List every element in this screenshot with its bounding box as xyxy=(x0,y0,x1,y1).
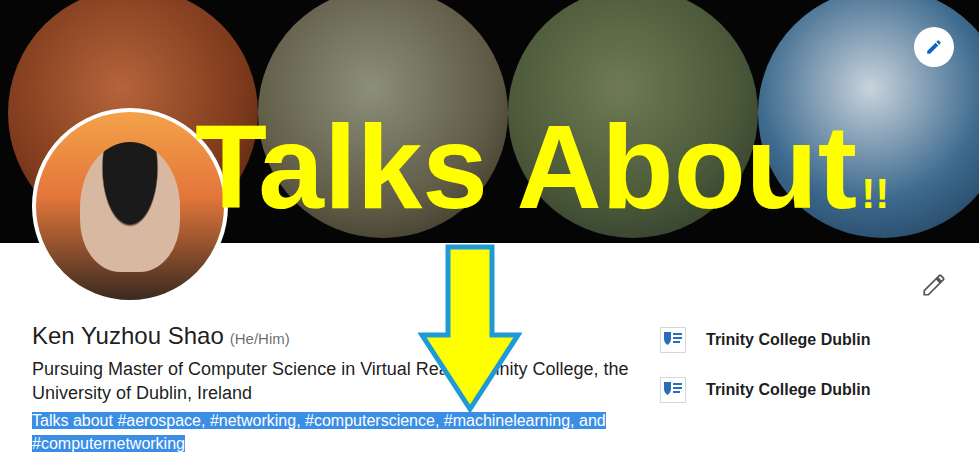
talks-about-text: Talks about #aerospace, #networking, #co… xyxy=(32,412,606,452)
overlay-title: Talks About!! xyxy=(195,108,889,226)
face xyxy=(80,142,180,272)
headline: Pursuing Master of Computer Science in V… xyxy=(32,357,632,405)
education-item[interactable]: Trinity College Dublin xyxy=(660,327,870,353)
edit-intro-button[interactable] xyxy=(919,270,949,300)
profile-name: Ken Yuzhou Shao xyxy=(32,321,224,351)
edit-banner-button[interactable] xyxy=(914,27,954,67)
down-arrow-icon xyxy=(418,243,522,415)
education-item[interactable]: Trinity College Dublin xyxy=(660,377,870,403)
education-name: Trinity College Dublin xyxy=(706,331,870,349)
pronouns: (He/Him) xyxy=(230,330,290,347)
talks-about: Talks about #aerospace, #networking, #co… xyxy=(32,409,642,455)
pencil-icon xyxy=(921,272,947,298)
trinity-logo-icon xyxy=(660,327,686,353)
pencil-icon xyxy=(925,38,943,56)
trinity-logo-icon xyxy=(660,377,686,403)
profile-card: Ken Yuzhou Shao (He/Him) Pursuing Master o… xyxy=(0,0,979,460)
education-name: Trinity College Dublin xyxy=(706,381,870,399)
